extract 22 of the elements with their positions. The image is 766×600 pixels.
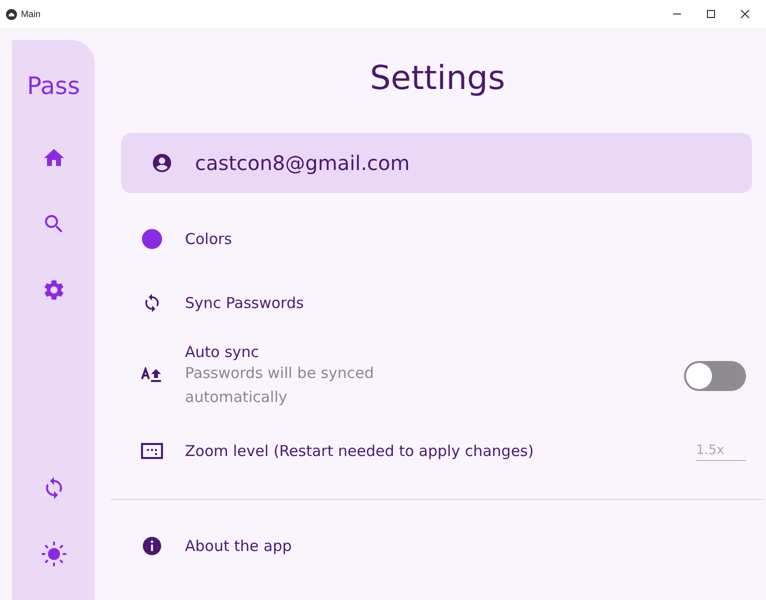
toggle-switch[interactable] (684, 361, 746, 391)
setting-label: Zoom level (Restart needed to apply changes) (185, 442, 535, 460)
zoom-field[interactable]: 1.5x (696, 441, 746, 461)
about-item[interactable]: About the app (111, 522, 764, 570)
settings-icon (42, 278, 66, 302)
close-icon (740, 9, 750, 19)
filled-circle-icon (141, 228, 163, 250)
account-email: castcon8@gmail.com (195, 151, 410, 175)
app-icon (6, 8, 17, 20)
page-title: Settings (368, 58, 506, 97)
window-title: Main (21, 9, 41, 19)
text-upload-icon (141, 367, 163, 385)
info-icon (141, 535, 163, 557)
dotted-box-icon (141, 442, 163, 460)
maximize-icon (706, 9, 716, 19)
sun-icon (40, 541, 66, 567)
account-icon (151, 152, 173, 174)
setting-description: Passwords will be synced automatically (185, 363, 375, 408)
setting-label: Auto sync (185, 343, 260, 361)
setting-item[interactable]: Colors (111, 207, 764, 271)
app-logo-text: Pass (26, 72, 80, 100)
setting-item[interactable]: Sync Passwords (111, 271, 764, 335)
